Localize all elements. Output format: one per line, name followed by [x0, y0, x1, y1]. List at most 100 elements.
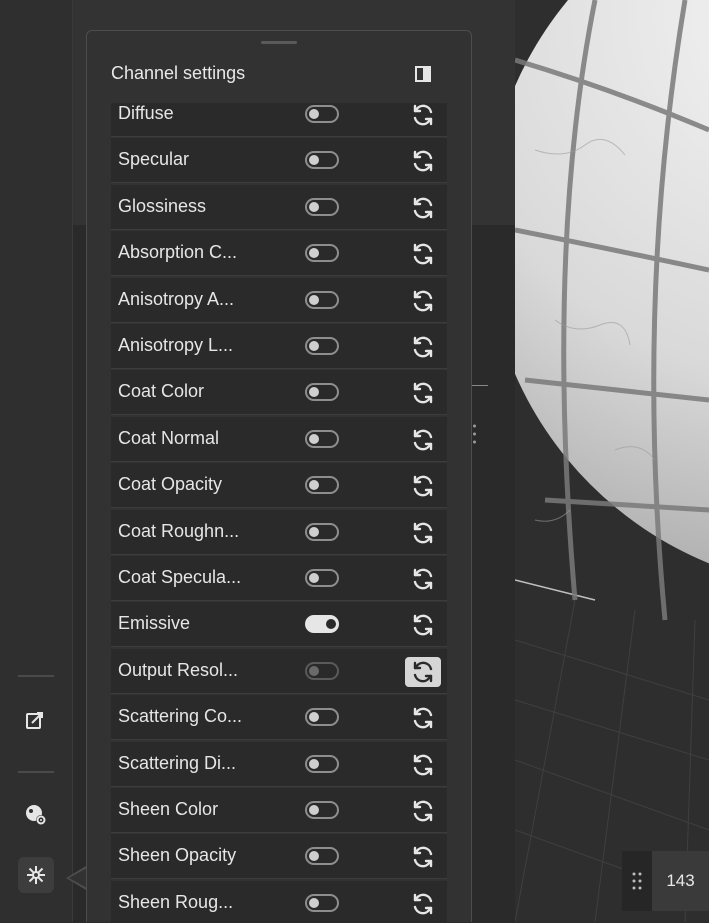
- refresh-button[interactable]: [405, 703, 441, 733]
- channel-label: Anisotropy A...: [118, 288, 235, 309]
- 3d-viewport[interactable]: [515, 0, 709, 922]
- toggle-knob: [309, 665, 319, 676]
- channel-list[interactable]: Diffuse Specular Glossiness Absorption C...…: [111, 103, 447, 923]
- channel-toggle: [305, 661, 339, 680]
- toggle-knob: [309, 897, 319, 908]
- channel-label: Scattering Co...: [118, 706, 243, 727]
- channel-toggle[interactable]: [305, 569, 339, 587]
- refresh-icon: [413, 754, 433, 775]
- rail-divider: [18, 771, 54, 773]
- panel-layout-icon[interactable]: [414, 65, 432, 83]
- toggle-knob: [309, 851, 319, 862]
- refresh-button[interactable]: [405, 518, 441, 548]
- refresh-button[interactable]: [405, 656, 441, 687]
- channels-button[interactable]: [18, 857, 54, 893]
- left-toolbar: [0, 0, 73, 922]
- drag-dots-icon[interactable]: [473, 423, 476, 445]
- channel-label: Sheen Color: [118, 799, 219, 819]
- channel-toggle[interactable]: [305, 429, 339, 448]
- channel-toggle[interactable]: [305, 197, 339, 216]
- channel-label: Specular: [118, 149, 190, 170]
- channel-row: Coat Opacity: [111, 463, 447, 509]
- channel-label: Sheen Opacity: [118, 845, 237, 866]
- channel-label: Coat Color: [118, 381, 205, 402]
- channel-toggle[interactable]: [305, 893, 339, 912]
- grip-icon[interactable]: [622, 851, 652, 911]
- refresh-icon: [413, 847, 433, 868]
- channel-label: Diffuse: [118, 103, 174, 123]
- refresh-button[interactable]: [405, 471, 441, 501]
- export-image-button[interactable]: [18, 702, 54, 738]
- refresh-button[interactable]: [405, 146, 441, 176]
- channel-toggle[interactable]: [305, 522, 339, 541]
- panel-drag-handle[interactable]: [261, 41, 297, 44]
- refresh-button[interactable]: [405, 610, 441, 640]
- refresh-icon: [413, 568, 433, 590]
- viewport-counter-widget: 143: [622, 851, 709, 911]
- channel-label: Absorption C...: [118, 242, 238, 263]
- channel-toggle[interactable]: [305, 290, 339, 309]
- toggle-knob: [309, 387, 319, 398]
- channel-toggle[interactable]: [305, 105, 339, 123]
- channels-node-icon: [27, 866, 45, 884]
- refresh-icon: [413, 104, 433, 126]
- material-settings-button[interactable]: [18, 797, 54, 833]
- channel-label: Coat Opacity: [118, 474, 223, 495]
- refresh-button[interactable]: [405, 750, 441, 780]
- toggle-knob: [309, 805, 319, 815]
- grip-dots-icon: [632, 872, 642, 890]
- splitter-line: [472, 385, 488, 386]
- popover-arrow-inner: [69, 868, 87, 888]
- refresh-icon: [413, 151, 433, 172]
- refresh-icon: [413, 429, 433, 451]
- export-image-icon: [26, 712, 43, 729]
- toggle-knob: [309, 201, 319, 212]
- channel-row: Scattering Di...: [111, 741, 447, 787]
- refresh-button[interactable]: [405, 796, 441, 826]
- channel-toggle[interactable]: [305, 476, 339, 495]
- channel-label: Anisotropy L...: [118, 335, 234, 355]
- channel-toggle[interactable]: [305, 151, 339, 170]
- channel-toggle[interactable]: [305, 801, 339, 819]
- refresh-icon: [413, 290, 433, 311]
- refresh-button[interactable]: [405, 286, 441, 316]
- channel-row: Specular: [111, 138, 447, 184]
- panel-title: Channel settings: [111, 63, 246, 83]
- channel-row: Coat Color: [111, 370, 447, 416]
- marble-sphere-render: [515, 0, 709, 922]
- refresh-button[interactable]: [405, 889, 441, 919]
- refresh-button[interactable]: [405, 332, 441, 362]
- channel-row: Sheen Roug...: [111, 880, 447, 923]
- refresh-button[interactable]: [405, 564, 441, 594]
- refresh-icon: [413, 522, 433, 543]
- refresh-icon: [413, 336, 433, 358]
- channel-row: Diffuse: [111, 103, 447, 137]
- channel-toggle[interactable]: [305, 708, 339, 727]
- channel-row: Coat Normal: [111, 416, 447, 462]
- material-settings-icon: [26, 805, 46, 825]
- toggle-knob: [309, 712, 319, 723]
- refresh-button[interactable]: [405, 239, 441, 269]
- channel-row: Absorption C...: [111, 231, 447, 277]
- channel-row: Anisotropy A...: [111, 277, 447, 323]
- channel-toggle[interactable]: [305, 615, 339, 634]
- channel-toggle[interactable]: [305, 847, 339, 866]
- refresh-icon: [413, 661, 433, 683]
- channel-toggle[interactable]: [305, 754, 339, 773]
- refresh-button[interactable]: [405, 378, 441, 408]
- channel-label: Coat Roughn...: [118, 520, 240, 541]
- channel-toggle[interactable]: [305, 337, 339, 355]
- channel-row: Coat Specula...: [111, 556, 447, 601]
- refresh-icon: [413, 893, 433, 915]
- refresh-button[interactable]: [405, 103, 441, 130]
- channel-toggle[interactable]: [305, 244, 339, 263]
- toggle-knob: [309, 758, 319, 769]
- toggle-knob: [309, 526, 319, 537]
- channel-row: Scattering Co...: [111, 695, 447, 741]
- refresh-button[interactable]: [405, 842, 441, 872]
- refresh-icon: [413, 707, 433, 729]
- channel-row: Sheen Opacity: [111, 834, 447, 880]
- channel-toggle[interactable]: [305, 383, 339, 402]
- refresh-button[interactable]: [405, 193, 441, 223]
- refresh-button[interactable]: [405, 425, 441, 455]
